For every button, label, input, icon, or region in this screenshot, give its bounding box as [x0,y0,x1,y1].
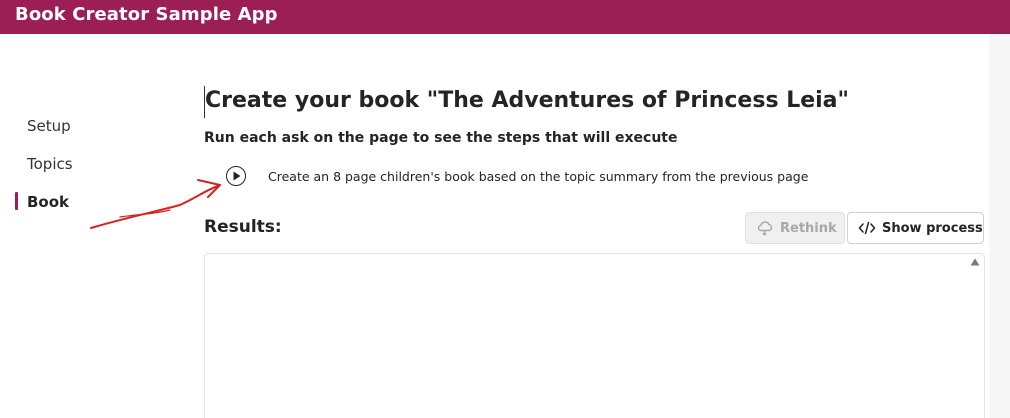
right-gutter [989,34,1010,418]
page-title: Create your book "The Adventures of Prin… [205,88,849,113]
active-nav-indicator [15,192,18,210]
results-label: Results: [204,217,282,237]
sidebar-item-book[interactable]: Book [27,193,69,211]
show-process-button[interactable]: Show process [847,212,984,244]
show-process-label: Show process [882,220,983,236]
sidebar-item-topics[interactable]: Topics [27,155,73,173]
app-title: Book Creator Sample App [15,4,278,25]
run-ask-button[interactable] [226,166,246,186]
scroll-up-arrow-icon[interactable] [970,258,980,266]
instructions-text: Run each ask on the page to see the step… [204,130,678,146]
cloud-icon [756,220,774,236]
title-bar: Book Creator Sample App [0,0,1010,34]
code-icon [858,221,876,235]
rethink-label: Rethink [780,220,837,236]
play-circle-icon [233,171,241,181]
results-output-area[interactable] [204,253,985,418]
rethink-button[interactable]: Rethink [745,212,845,244]
ask-text: Create an 8 page children's book based o… [268,169,809,184]
sidebar-item-setup[interactable]: Setup [27,117,71,135]
